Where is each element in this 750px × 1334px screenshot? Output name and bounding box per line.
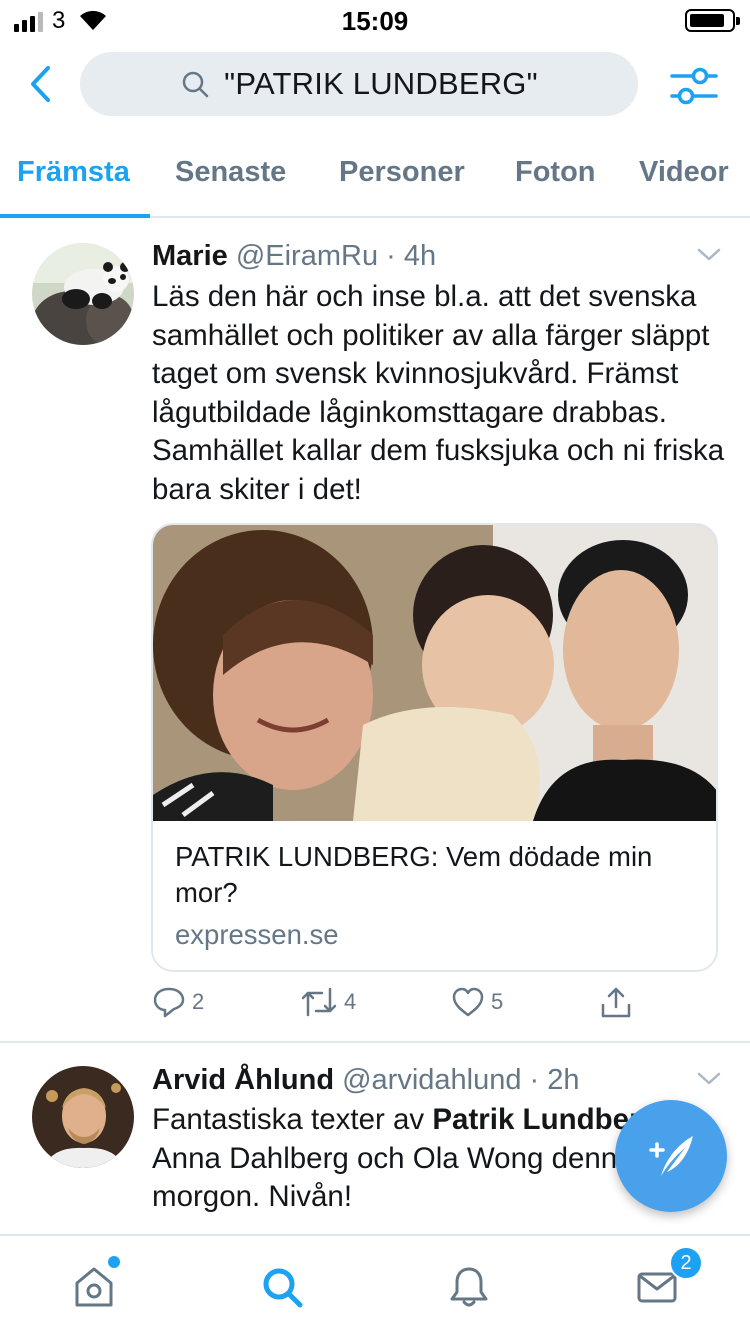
tab-videos[interactable]: Videor: [639, 156, 729, 189]
compose-button[interactable]: [615, 1100, 727, 1212]
share-icon: [601, 987, 631, 1018]
retweet-count: 4: [344, 989, 357, 1014]
messages-badge: 2: [669, 1246, 703, 1280]
status-time: 15:09: [341, 6, 409, 36]
like-button[interactable]: 5: [451, 985, 503, 1019]
filter-icon: [670, 67, 718, 105]
chevron-down-icon[interactable]: [694, 240, 724, 270]
like-icon: [452, 987, 484, 1017]
tweet-header: Arvid Åhlund @arvidahlund · 2h: [152, 1064, 580, 1097]
card-image: [153, 525, 716, 821]
tweet-actions: 2 4 5: [0, 985, 750, 1029]
card-domain: expressen.se: [175, 919, 339, 950]
like-count: 5: [491, 989, 504, 1014]
link-card[interactable]: PATRIK LUNDBERG: Vem dödade min mor? exp…: [151, 523, 718, 972]
tab-latest[interactable]: Senaste: [175, 156, 286, 189]
card-title: PATRIK LUNDBERG: Vem dödade min mor?: [175, 841, 653, 908]
reply-icon: [153, 987, 185, 1018]
author-name[interactable]: Arvid Åhlund: [152, 1064, 334, 1096]
tab-photos[interactable]: Foton: [515, 156, 596, 189]
back-button[interactable]: [20, 62, 60, 106]
author-handle-time: @EiramRu · 4h: [235, 240, 437, 272]
search-icon: [180, 69, 210, 99]
notifications-icon: [450, 1267, 488, 1307]
tab-top[interactable]: Främsta: [17, 156, 130, 189]
status-bar: 3 15:09: [0, 0, 750, 40]
retweet-icon: [301, 987, 337, 1017]
search-header: "PATRIK LUNDBERG": [0, 40, 750, 130]
nav-explore[interactable]: [254, 1262, 310, 1312]
battery-icon: [685, 9, 740, 32]
tweet-divider: [0, 1041, 750, 1043]
search-tabs: Främsta Senaste Personer Foton Videor: [0, 130, 750, 218]
author-name[interactable]: Marie: [152, 240, 228, 272]
nav-notifications[interactable]: [441, 1262, 497, 1312]
nav-messages[interactable]: 2: [629, 1246, 703, 1312]
active-tab-indicator: [0, 214, 150, 218]
avatar[interactable]: [32, 1066, 134, 1168]
share-button[interactable]: [599, 985, 633, 1019]
retweet-button[interactable]: 4: [300, 985, 356, 1019]
search-filter-button[interactable]: [666, 64, 722, 108]
home-icon: [75, 1267, 113, 1307]
reply-button[interactable]: 2: [152, 985, 204, 1019]
search-input[interactable]: "PATRIK LUNDBERG": [80, 52, 638, 116]
reply-count: 2: [192, 989, 205, 1014]
tab-people[interactable]: Personer: [339, 156, 465, 189]
tweet-header: Marie @EiramRu · 4h: [152, 240, 436, 273]
explore-icon: [263, 1268, 303, 1308]
nav-home[interactable]: [66, 1256, 122, 1312]
author-handle-time: @arvidahlund · 2h: [342, 1064, 580, 1096]
search-query-text: "PATRIK LUNDBERG": [224, 66, 538, 101]
compose-icon: [649, 1136, 693, 1176]
avatar[interactable]: [32, 243, 134, 345]
tweet-text: Läs den här och inse bl.a. att det svens…: [152, 280, 725, 506]
back-icon: [31, 66, 50, 102]
new-content-dot: [108, 1256, 120, 1268]
bottom-navigation: 2: [0, 1234, 750, 1334]
chevron-down-icon[interactable]: [694, 1064, 724, 1094]
